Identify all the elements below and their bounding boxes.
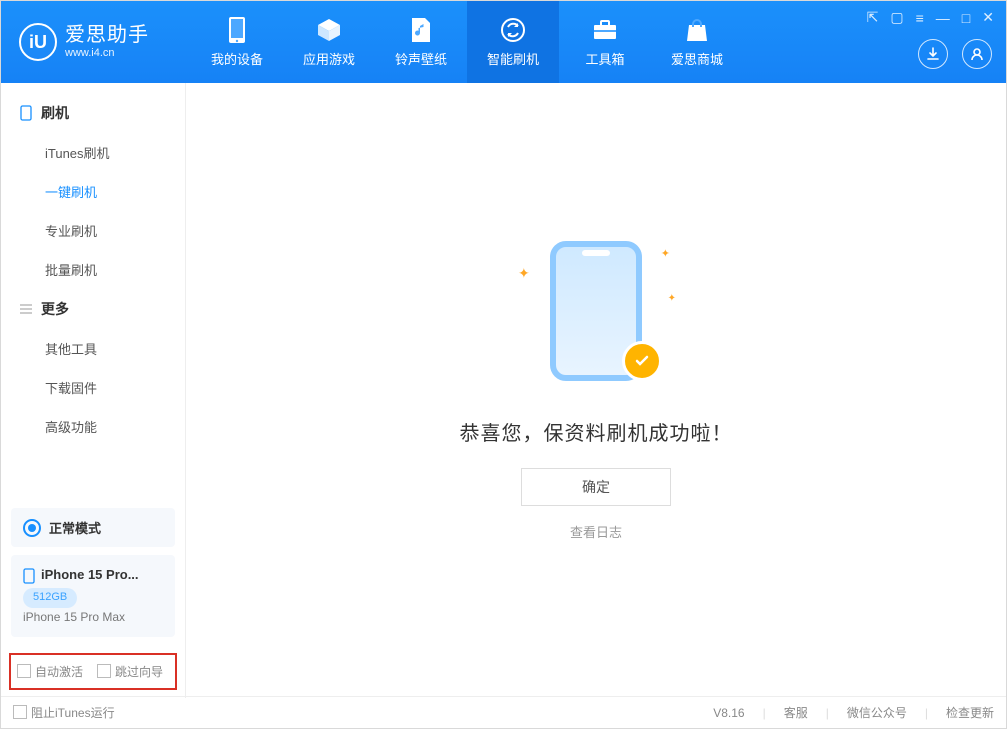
top-nav: 我的设备 应用游戏 铃声壁纸 智能刷机 工具箱 爱思商城 [191,1,743,83]
nav-ringtones[interactable]: 铃声壁纸 [375,1,467,83]
shopping-bag-icon [684,17,710,43]
brand-name: 爱思助手 [65,24,149,47]
window-menu-icon[interactable]: ≡ [916,10,924,26]
success-illustration: ✦ ✦ ✦ [516,241,676,391]
sidebar-group-more[interactable]: 更多 [1,289,185,329]
view-log-link[interactable]: 查看日志 [570,522,622,541]
device-info-card[interactable]: iPhone 15 Pro... 512GB iPhone 15 Pro Max [11,555,175,637]
window-minimize-icon[interactable]: — [936,10,950,26]
option-label: 阻止iTunes运行 [31,706,115,720]
window-app1-icon[interactable]: ⇱ [867,9,879,26]
nav-label: 我的设备 [211,49,263,68]
version-label: V8.16 [713,706,744,720]
footer-left: 阻止iTunes运行 [13,704,115,721]
separator: | [763,706,766,720]
status-bar: 阻止iTunes运行 V8.16 | 客服 | 微信公众号 | 检查更新 [1,696,1006,728]
brand-block: 爱思助手 www.i4.cn [65,24,149,60]
group-label: 刷机 [41,103,69,123]
nav-label: 工具箱 [585,49,624,68]
nav-smart-flash[interactable]: 智能刷机 [467,1,559,83]
phone-outline-icon [19,106,33,120]
nav-label: 爱思商城 [671,49,723,68]
sparkle-icon: ✦ [668,293,676,304]
sidebar-item-advanced[interactable]: 高级功能 [1,407,185,446]
check-badge-icon [622,341,662,381]
success-message: 恭喜您，保资料刷机成功啦！ [460,417,733,446]
device-name-row: iPhone 15 Pro... [23,565,163,586]
nav-apps-games[interactable]: 应用游戏 [283,1,375,83]
sidebar-item-download-firmware[interactable]: 下载固件 [1,368,185,407]
nav-my-device[interactable]: 我的设备 [191,1,283,83]
device-capacity-badge: 512GB [23,588,77,608]
power-icon [23,519,41,537]
logo-area: iU 爱思助手 www.i4.cn [1,1,191,83]
sidebar-item-pro-flash[interactable]: 专业刷机 [1,211,185,250]
separator: | [925,706,928,720]
menu-lines-icon [19,302,33,316]
footer-right: V8.16 | 客服 | 微信公众号 | 检查更新 [713,704,994,721]
user-icon [969,46,985,62]
sidebar-item-other-tools[interactable]: 其他工具 [1,329,185,368]
phone-small-icon [23,568,35,584]
nav-label: 铃声壁纸 [395,49,447,68]
toolbox-icon [592,17,618,43]
phone-icon [224,17,250,43]
nav-store[interactable]: 爱思商城 [651,1,743,83]
sparkle-icon: ✦ [518,265,530,282]
logo-icon: iU [19,23,57,61]
window-maximize-icon[interactable]: □ [962,10,970,26]
nav-toolbox[interactable]: 工具箱 [559,1,651,83]
block-itunes-option[interactable]: 阻止iTunes运行 [13,704,115,721]
window-app2-icon[interactable]: ▢ [890,9,903,26]
sidebar-item-itunes-flash[interactable]: iTunes刷机 [1,133,185,172]
checkbox-icon [13,705,27,719]
wechat-link[interactable]: 微信公众号 [847,704,907,721]
sidebar-scroll: 刷机 iTunes刷机 一键刷机 专业刷机 批量刷机 更多 其他工具 下载固件 … [1,83,185,498]
device-block: 正常模式 iPhone 15 Pro... 512GB iPhone 15 Pr… [1,498,185,647]
download-icon [925,46,941,62]
separator: | [826,706,829,720]
sidebar-group-flash[interactable]: 刷机 [1,93,185,133]
device-mode-card[interactable]: 正常模式 [11,508,175,547]
ok-button[interactable]: 确定 [521,468,671,506]
auto-activate-option[interactable]: 自动激活 [17,663,83,680]
sidebar: 刷机 iTunes刷机 一键刷机 专业刷机 批量刷机 更多 其他工具 下载固件 … [1,83,186,698]
cube-icon [316,17,342,43]
account-button[interactable] [962,39,992,69]
skip-wizard-option[interactable]: 跳过向导 [97,663,163,680]
checkbox-icon [17,664,31,678]
refresh-shield-icon [500,17,526,43]
check-update-link[interactable]: 检查更新 [946,704,994,721]
device-mode-label: 正常模式 [49,518,101,537]
highlighted-options-box: 自动激活 跳过向导 [9,653,177,690]
app-body: 刷机 iTunes刷机 一键刷机 专业刷机 批量刷机 更多 其他工具 下载固件 … [1,83,1006,698]
sparkle-icon: ✦ [661,247,670,260]
support-link[interactable]: 客服 [784,704,808,721]
sidebar-item-batch-flash[interactable]: 批量刷机 [1,250,185,289]
window-controls: ⇱ ▢ ≡ — □ ✕ [867,9,994,26]
option-label: 跳过向导 [115,665,163,679]
sidebar-item-onekey-flash[interactable]: 一键刷机 [1,172,185,211]
header-right-buttons [918,39,992,69]
download-button[interactable] [918,39,948,69]
device-name: iPhone 15 Pro... [41,565,139,586]
app-header: iU 爱思助手 www.i4.cn 我的设备 应用游戏 铃声壁纸 智能刷机 工具… [1,1,1006,83]
checkbox-icon [97,664,111,678]
brand-url: www.i4.cn [65,47,149,60]
music-file-icon [408,17,434,43]
option-label: 自动激活 [35,665,83,679]
device-model: iPhone 15 Pro Max [23,608,163,627]
nav-label: 应用游戏 [303,49,355,68]
nav-label: 智能刷机 [487,49,539,68]
main-content: ✦ ✦ ✦ 恭喜您，保资料刷机成功啦！ 确定 查看日志 [186,83,1006,698]
group-label: 更多 [41,299,69,319]
window-close-icon[interactable]: ✕ [982,9,994,26]
